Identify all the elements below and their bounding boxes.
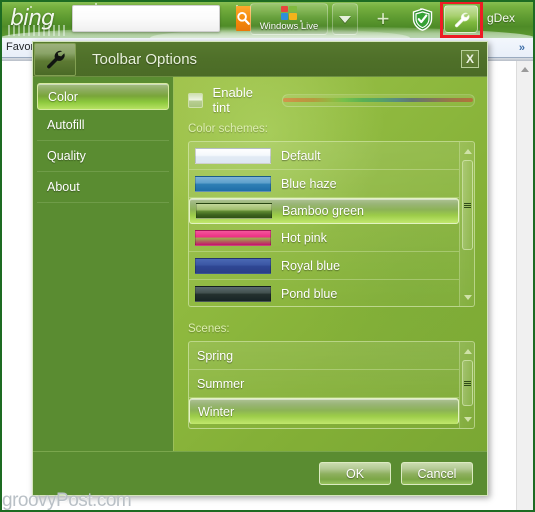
scenes-label: Scenes: <box>188 323 230 335</box>
list-item[interactable]: Royal blue <box>189 252 459 280</box>
watermark: groovyPost.com <box>2 490 132 511</box>
dialog-body: Color Autofill Quality About Enable tint <box>33 77 487 451</box>
list-item-label: Default <box>281 148 321 163</box>
tint-gradient-strip <box>283 98 474 102</box>
sidebar-item-color[interactable]: Color <box>37 83 169 110</box>
color-swatch <box>195 229 271 246</box>
triangle-down-icon <box>463 416 472 422</box>
list-item-label: Spring <box>197 348 234 363</box>
scrollbar-up-button[interactable] <box>517 61 533 78</box>
triangle-up-icon <box>521 67 529 72</box>
color-swatch <box>195 147 271 164</box>
scrollbar-thumb-grip <box>464 380 471 386</box>
account-label[interactable]: gDex <box>487 11 515 25</box>
chevron-down-icon <box>339 15 351 23</box>
sidebar-item-quality[interactable]: Quality <box>37 141 169 172</box>
color-schemes-label: Color schemes: <box>188 123 268 135</box>
wrench-icon <box>47 50 65 69</box>
page-scrollbar[interactable] <box>516 61 533 510</box>
wrench-icon <box>454 12 469 27</box>
search-button[interactable] <box>236 6 251 31</box>
cancel-button[interactable]: Cancel <box>401 462 473 485</box>
tint-gradient-slider[interactable] <box>281 93 475 107</box>
sidebar-item-label: Quality <box>47 149 86 163</box>
sidebar-item-autofill[interactable]: Autofill <box>37 110 169 141</box>
sidebar-item-label: Color <box>48 89 78 104</box>
scrollbar-down-button[interactable] <box>460 412 474 426</box>
list-item[interactable]: Summer <box>189 370 459 398</box>
triangle-down-icon <box>463 294 472 300</box>
scenes-scrollbar[interactable] <box>459 342 474 428</box>
scrollbar-up-button[interactable] <box>460 144 474 158</box>
enable-tint-label: Enable tint <box>212 85 254 115</box>
list-item-label: Summer <box>197 376 245 391</box>
favorites-label[interactable]: Favor <box>6 41 34 53</box>
list-item[interactable]: Bamboo green <box>189 198 459 224</box>
sidebar-item-label: About <box>47 180 80 194</box>
color-settings-panel: Enable tint Color schemes: Default Blue … <box>173 77 487 451</box>
scrollbar-up-button[interactable] <box>460 344 474 358</box>
enable-tint-row[interactable]: Enable tint <box>188 85 475 115</box>
dialog-title: Toolbar Options <box>92 50 198 68</box>
dialog-wrench-icon-box <box>34 42 76 76</box>
list-item[interactable]: Pond blue <box>189 280 459 306</box>
list-item-label: Pond blue <box>281 287 338 301</box>
windows-live-button[interactable]: Windows Live <box>250 3 328 35</box>
list-item-label: Winter <box>198 404 235 419</box>
sidebar-item-label: Autofill <box>47 118 85 132</box>
add-button[interactable]: + <box>368 3 398 35</box>
checkbox-icon[interactable] <box>188 92 203 108</box>
color-schemes-items: Default Blue haze Bamboo green Hot pink … <box>189 142 459 306</box>
scrollbar-thumb[interactable] <box>462 360 473 406</box>
color-swatch <box>195 175 271 192</box>
scrollbar-down-button[interactable] <box>460 290 474 304</box>
dialog-sidebar: Color Autofill Quality About <box>33 77 173 451</box>
color-swatch <box>195 286 271 302</box>
toolbar-options-button[interactable] <box>444 5 478 33</box>
scenes-listbox[interactable]: Spring Summer Winter <box>188 341 475 429</box>
toolbar-options-dialog: Toolbar Options X Color Autofill Quality… <box>32 41 488 496</box>
windows-live-label: Windows Live <box>259 21 319 32</box>
windows-flag-icon <box>280 6 298 20</box>
close-icon[interactable]: X <box>461 50 479 68</box>
color-swatch <box>196 203 272 219</box>
shield-check-button[interactable] <box>412 8 433 31</box>
scrollbar-thumb-grip <box>464 202 471 208</box>
list-item[interactable]: Winter <box>189 398 459 424</box>
dialog-titlebar[interactable]: Toolbar Options X <box>33 42 487 77</box>
screenshot-root: bing Windows Live + gDex Favor » Toolbar… <box>0 0 535 512</box>
color-swatch <box>195 257 271 274</box>
triangle-up-icon <box>463 148 472 154</box>
double-chevron-right-icon[interactable]: » <box>519 42 525 54</box>
color-schemes-scrollbar[interactable] <box>459 142 474 306</box>
list-item[interactable]: Hot pink <box>189 224 459 252</box>
search-box[interactable] <box>72 5 251 32</box>
shield-check-icon <box>412 8 433 31</box>
color-schemes-listbox[interactable]: Default Blue haze Bamboo green Hot pink … <box>188 141 475 307</box>
plus-icon: + <box>376 6 390 31</box>
triangle-up-icon <box>463 348 472 354</box>
list-item[interactable]: Spring <box>189 342 459 370</box>
list-item-label: Royal blue <box>281 258 341 273</box>
list-item-label: Blue haze <box>281 176 337 191</box>
dialog-footer: OK Cancel <box>33 451 487 495</box>
list-item[interactable]: Blue haze <box>189 170 459 198</box>
scrollbar-thumb[interactable] <box>462 160 473 250</box>
magnifier-icon <box>237 12 250 25</box>
list-item-label: Hot pink <box>281 230 327 245</box>
search-input[interactable] <box>73 6 236 31</box>
list-item[interactable]: Default <box>189 142 459 170</box>
bing-toolbar: bing Windows Live + gDex <box>0 0 535 38</box>
sidebar-item-about[interactable]: About <box>37 172 169 203</box>
bing-logo[interactable]: bing <box>10 6 55 31</box>
toolbar-dropdown-button[interactable] <box>332 3 358 35</box>
ok-button[interactable]: OK <box>319 462 391 485</box>
scenes-items: Spring Summer Winter <box>189 342 459 428</box>
list-item-label: Bamboo green <box>282 204 365 218</box>
